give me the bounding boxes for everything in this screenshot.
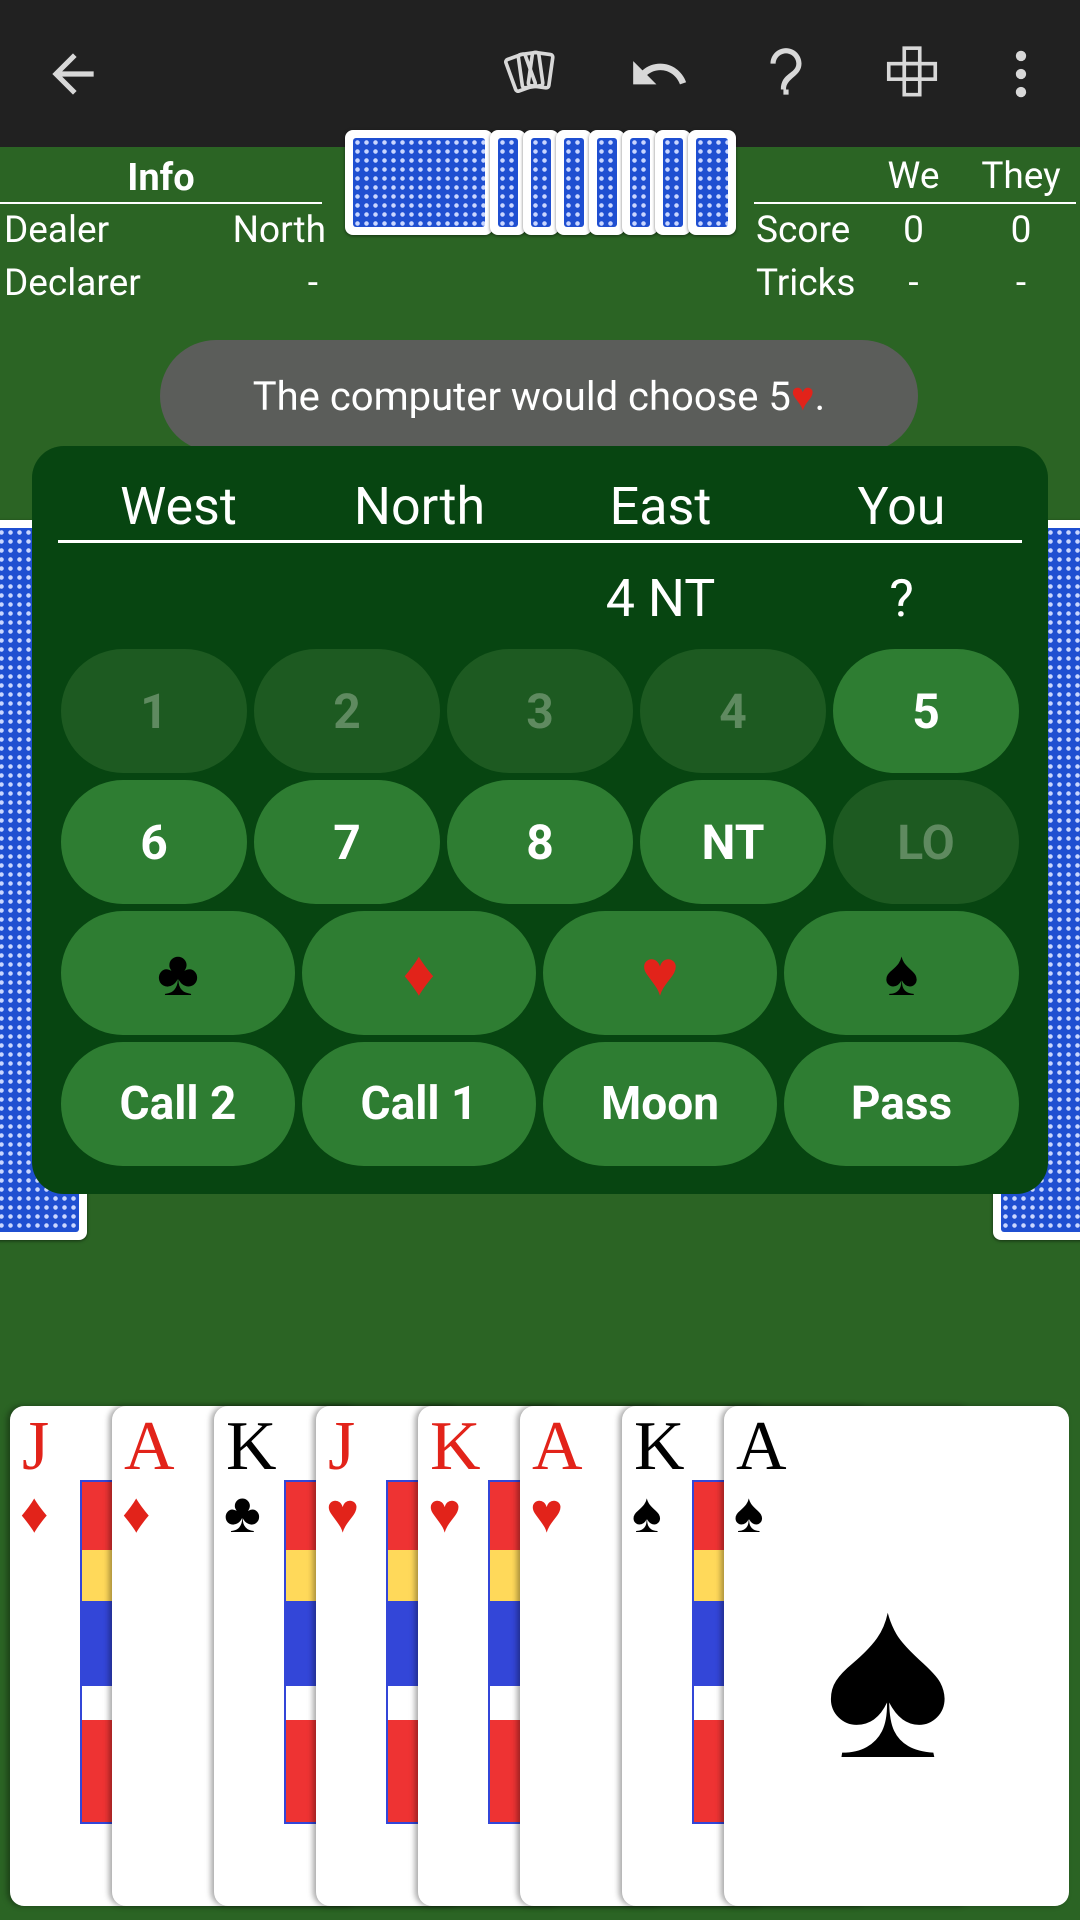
player-west: West — [120, 476, 237, 537]
tricks-they: - — [1015, 262, 1027, 305]
player-you: You — [857, 476, 946, 537]
bid-button-1[interactable]: 1 — [61, 649, 247, 773]
face-art — [386, 1480, 420, 1824]
bid-west — [58, 568, 299, 629]
tricks-row: Tricks - - — [754, 257, 1076, 310]
spade-pip-icon: ♠ — [824, 1543, 952, 1809]
info-panel: Info Dealer North Declarer - — [0, 150, 330, 310]
card-rank: A — [736, 1408, 787, 1485]
card-rank: K — [634, 1408, 685, 1485]
toolbar — [0, 0, 1080, 147]
diamond-icon: ♦ — [20, 1483, 49, 1545]
arrow-left-icon[interactable] — [32, 33, 114, 115]
bid-button-4[interactable]: 4 — [640, 649, 826, 773]
score-row: Score 0 0 — [754, 204, 1076, 257]
card-back — [556, 130, 592, 235]
info-label: Dealer — [4, 209, 110, 252]
card-rank: A — [1006, 1828, 1053, 1899]
card-back — [523, 130, 559, 235]
face-art — [692, 1480, 726, 1824]
call-1-button[interactable]: Call 1 — [302, 1042, 536, 1166]
score-they: 0 — [1010, 209, 1032, 252]
score-col-we: We — [887, 154, 940, 198]
face-art — [488, 1480, 522, 1824]
bidding-panel: West North East You 4 NT ? 1 2 3 4 5 6 7… — [32, 446, 1048, 1194]
diamond-icon: ♦ — [122, 1483, 151, 1545]
info-value: - — [307, 262, 318, 305]
more-vert-icon[interactable] — [980, 33, 1062, 115]
bid-button-5[interactable]: 5 — [833, 649, 1019, 773]
toast-text: The computer would choose 5 — [252, 372, 791, 420]
layout-icon[interactable] — [871, 33, 953, 115]
card-rank: K — [226, 1408, 277, 1485]
card-rank: J — [328, 1408, 356, 1485]
suit-button-clubs[interactable]: ♣ — [61, 911, 295, 1035]
bid-button-nt[interactable]: NT — [640, 780, 826, 904]
suit-button-diamonds[interactable]: ♦ — [302, 911, 536, 1035]
score-header: We They — [754, 150, 1076, 204]
spade-icon: ♠ — [734, 1483, 764, 1545]
bid-history: 4 NT ? — [58, 568, 1022, 629]
card-back — [345, 130, 493, 235]
score-col-they: They — [981, 154, 1061, 198]
card-back — [655, 130, 691, 235]
heart-icon: ♥ — [790, 372, 815, 420]
moon-button[interactable]: Moon — [543, 1042, 777, 1166]
bid-east: 4 NT — [605, 568, 716, 629]
card-back — [589, 130, 625, 235]
card-back — [688, 130, 736, 235]
info-title: Info — [0, 150, 322, 204]
info-row-declarer: Declarer - — [0, 257, 326, 310]
heart-icon: ♥ — [530, 1483, 564, 1545]
face-art — [284, 1480, 318, 1824]
score-we: 0 — [903, 209, 924, 252]
score-label: Score — [756, 209, 851, 252]
cards-icon[interactable] — [492, 33, 574, 115]
card-rank: A — [532, 1408, 583, 1485]
tricks-label: Tricks — [756, 262, 856, 305]
club-icon: ♣ — [224, 1483, 261, 1545]
bid-button-7[interactable]: 7 — [254, 780, 440, 904]
player-north: North — [353, 476, 486, 537]
question-icon[interactable] — [745, 33, 827, 115]
bid-button-2[interactable]: 2 — [254, 649, 440, 773]
info-row-dealer: Dealer North — [0, 204, 326, 257]
tricks-we: - — [908, 262, 919, 305]
heart-icon: ♥ — [428, 1483, 462, 1545]
card-ace-spades[interactable]: A ♠ ♠ A ♠ — [724, 1406, 1069, 1906]
info-value: North — [232, 209, 326, 252]
suit-button-spades[interactable]: ♠ — [784, 911, 1019, 1035]
pass-button[interactable]: Pass — [784, 1042, 1019, 1166]
card-back — [622, 130, 658, 235]
card-corner-bottom: A ♠ — [1006, 1784, 1053, 1899]
score-panel: We They Score 0 0 Tricks - - — [754, 150, 1076, 310]
bid-you: ? — [889, 568, 914, 629]
card-back — [490, 130, 526, 235]
toast-end: . — [814, 372, 826, 420]
bid-button-6[interactable]: 6 — [61, 780, 247, 904]
bid-button-lo[interactable]: LO — [833, 780, 1019, 904]
bid-button-8[interactable]: 8 — [447, 780, 633, 904]
undo-icon[interactable] — [618, 33, 700, 115]
call-2-button[interactable]: Call 2 — [61, 1042, 295, 1166]
bid-button-3[interactable]: 3 — [447, 649, 633, 773]
card-rank: K — [430, 1408, 481, 1485]
info-label: Declarer — [4, 262, 141, 305]
player-east: East — [609, 476, 712, 537]
card-rank: J — [22, 1408, 50, 1485]
face-art — [80, 1480, 114, 1824]
bidding-header: West North East You — [58, 476, 1022, 543]
bid-north — [299, 568, 540, 629]
spade-icon: ♠ — [632, 1483, 662, 1545]
hint-toast: The computer would choose 5 ♥. — [160, 340, 918, 452]
suit-button-hearts[interactable]: ♥ — [543, 911, 777, 1035]
card-rank: A — [124, 1408, 175, 1485]
heart-icon: ♥ — [326, 1483, 360, 1545]
